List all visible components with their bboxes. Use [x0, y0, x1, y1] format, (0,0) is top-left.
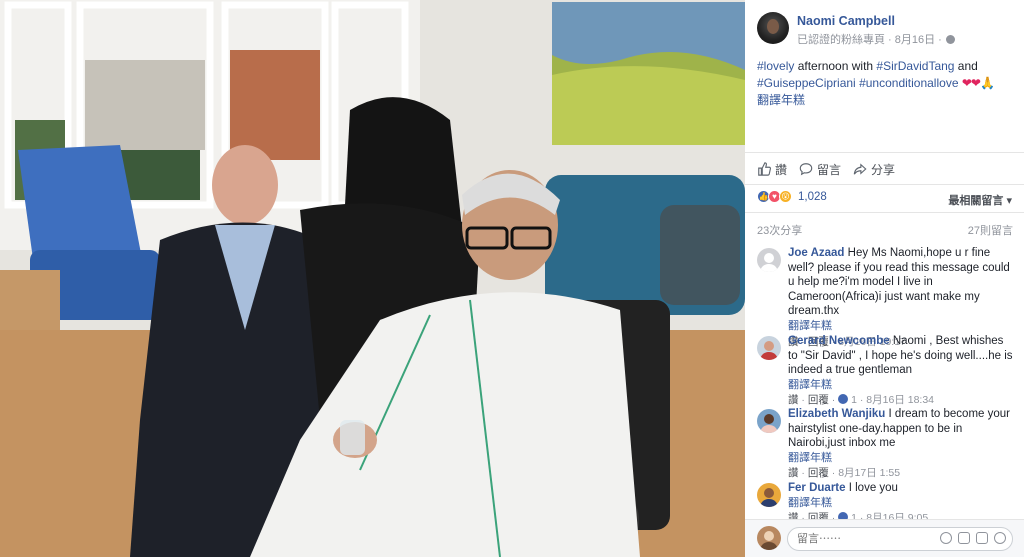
comment-label: 留言: [817, 162, 842, 177]
camera-icon[interactable]: [958, 532, 970, 544]
commenter-avatar[interactable]: [757, 248, 781, 272]
author-name[interactable]: Naomi Campbell: [797, 14, 895, 28]
comment-icon: [799, 163, 813, 176]
comment-footer: 讚 · 回覆 · 1 · 8月16日 18:34: [788, 394, 935, 407]
post-text-segment: and: [954, 59, 978, 73]
photo-illustration: [0, 0, 745, 557]
commenter-name[interactable]: Elizabeth Wanjiku: [788, 408, 885, 420]
commenter-name[interactable]: Joe Azaad: [788, 247, 844, 259]
comment-sort-dropdown[interactable]: 最相關留言 ▾: [948, 192, 1012, 208]
commenter-name[interactable]: Fer Duarte: [788, 482, 846, 494]
comment-composer: [745, 519, 1024, 557]
comment-body: Elizabeth Wanjiku I dream to become your…: [788, 407, 1014, 481]
emoji-icon[interactable]: [940, 532, 952, 544]
share-button[interactable]: 分享: [853, 160, 895, 178]
viewer-avatar: [757, 526, 781, 550]
post-actions: 讚 留言 分享: [757, 160, 895, 178]
divider: [745, 184, 1024, 185]
post-text: #lovely afternoon with #SirDavidTang and…: [757, 58, 1015, 109]
commenter-avatar[interactable]: [757, 409, 781, 433]
share-label: 分享: [871, 162, 896, 177]
commenter-photo: [757, 483, 781, 507]
commenter-avatar[interactable]: [757, 483, 781, 507]
like-button[interactable]: 讚: [757, 160, 787, 178]
comment-count[interactable]: 27則留言: [968, 222, 1013, 238]
post-side-panel: Naomi Campbell 已認證的粉絲專頁 · 8月16日 · #lovel…: [745, 0, 1024, 557]
thumbs-up-icon: [758, 162, 771, 176]
comment-reply-link[interactable]: 回覆: [808, 467, 829, 479]
comment-time[interactable]: 8月17日 1:55: [838, 467, 900, 479]
post-header: Naomi Campbell 已認證的粉絲專頁 · 8月16日 ·: [757, 12, 1019, 48]
comment-button[interactable]: 留言: [799, 160, 841, 178]
comment-translate-link[interactable]: 翻譯年糕: [788, 451, 1014, 466]
globe-icon: [945, 35, 955, 44]
author-avatar[interactable]: [757, 12, 789, 44]
share-count[interactable]: 23次分享: [757, 225, 802, 237]
translate-link[interactable]: 翻譯年糕: [757, 92, 1015, 109]
comment-body: Gerard Newcombe Naomi , Best whishes to …: [788, 334, 1014, 408]
sticker-icon[interactable]: [994, 532, 1006, 544]
composer-tools: [940, 532, 1006, 544]
heart-prayer-emoji: ❤❤🙏: [961, 76, 995, 90]
comment-translate-link[interactable]: 翻譯年糕: [788, 378, 1014, 393]
comment-like-count[interactable]: 1: [851, 394, 857, 406]
comment-reply-link[interactable]: 回覆: [808, 394, 829, 406]
user-silhouette-icon: [757, 248, 781, 272]
comment-time[interactable]: 8月16日 18:34: [866, 394, 934, 406]
divider: [745, 152, 1024, 153]
commenter-name[interactable]: Gerard Newcombe: [788, 335, 890, 347]
wow-reaction-icon: 😮: [779, 190, 792, 203]
like-label: 讚: [775, 162, 788, 177]
post-meta-text: 已認證的粉絲專頁 · 8月16日 ·: [797, 34, 942, 46]
commenter-photo: [757, 409, 781, 433]
post-photo[interactable]: [0, 0, 745, 557]
reaction-count[interactable]: 1,028: [798, 191, 827, 203]
comment-footer: 讚 · 回覆 · 8月17日 1:55: [788, 467, 901, 480]
reactions-summary[interactable]: 👍 ♥ 😮 1,028: [757, 190, 827, 203]
viewer-photo: [757, 526, 781, 550]
post-meta: 已認證的粉絲專頁 · 8月16日 ·: [797, 31, 955, 47]
share-icon: [853, 163, 867, 175]
post-text-segment: afternoon with: [794, 59, 877, 73]
comment-translate-link[interactable]: 翻譯年糕: [788, 319, 1014, 334]
thumbs-up-icon: [838, 394, 849, 405]
hashtag-link[interactable]: #unconditionallove: [859, 76, 958, 90]
commenter-photo: [757, 336, 781, 360]
post-stats: 23次分享 27則留言: [757, 222, 1013, 238]
comment-text: I love you: [848, 482, 898, 494]
gif-icon[interactable]: [976, 532, 988, 544]
comment-like-link[interactable]: 讚: [788, 467, 799, 479]
hashtag-link[interactable]: #SirDavidTang: [876, 59, 954, 73]
hashtag-link[interactable]: #lovely: [757, 59, 794, 73]
divider: [745, 212, 1024, 213]
hashtag-link[interactable]: #GuiseppeCipriani: [757, 76, 856, 90]
commenter-avatar[interactable]: [757, 336, 781, 360]
comment-translate-link[interactable]: 翻譯年糕: [788, 496, 1014, 511]
comment-like-link[interactable]: 讚: [788, 394, 799, 406]
